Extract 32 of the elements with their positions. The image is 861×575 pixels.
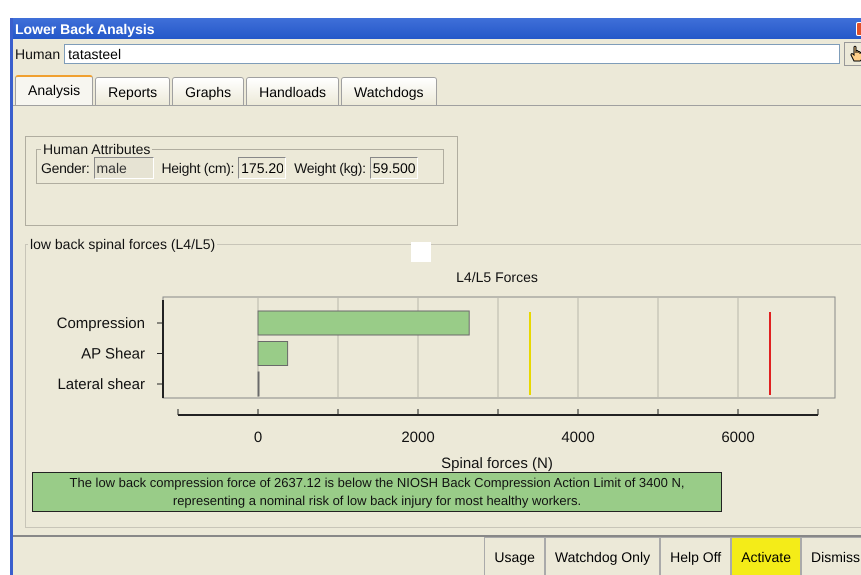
tab[interactable]: Watchdogs (341, 77, 437, 105)
axis-title: Spinal forces (N) (441, 455, 553, 472)
category-label: Compression (56, 315, 145, 332)
tab[interactable]: Handloads (246, 77, 340, 105)
tab[interactable]: Reports (95, 77, 170, 105)
bar (258, 341, 288, 366)
category-label: AP Shear (81, 346, 145, 362)
group-title: Human Attributes (42, 141, 152, 157)
result-message: The low back compression force of 2637.12 is below the NIOSH Back Compression Action Limit of 3400 N, representing a nominal risk of low back injury for most healthy workers. (32, 472, 722, 512)
human-label: Human (15, 46, 60, 62)
value-field[interactable]: 59.500 (370, 157, 418, 179)
field-label: Gender: (41, 160, 90, 176)
tick-label: 2000 (401, 429, 435, 446)
tab[interactable]: Analysis (15, 75, 94, 105)
action-button[interactable]: Dismiss (801, 537, 861, 575)
action-button[interactable]: Activate (731, 537, 801, 575)
chart-title: L4/L5 Forces (456, 269, 538, 285)
category-label: Lateral shear (57, 376, 145, 393)
window-title: Lower Back Analysis (15, 20, 156, 36)
group-title: low back spinal forces (L4/L5) (29, 236, 216, 252)
action-button[interactable]: Usage (484, 537, 545, 575)
action-button[interactable]: Watchdog Only (544, 537, 660, 575)
action-button[interactable]: Help Off (660, 537, 732, 575)
tick-label: 0 (254, 429, 262, 446)
field-label: Weight (kg): (294, 160, 366, 176)
tick-label: 4000 (561, 429, 595, 446)
human-field[interactable]: tatasteel (64, 44, 840, 64)
tab[interactable]: Graphs (172, 77, 244, 105)
value-field[interactable]: 175.20 (238, 157, 286, 179)
tick-label: 6000 (721, 429, 755, 446)
field-label: Height (cm): (162, 160, 234, 176)
square-marker (411, 242, 431, 262)
